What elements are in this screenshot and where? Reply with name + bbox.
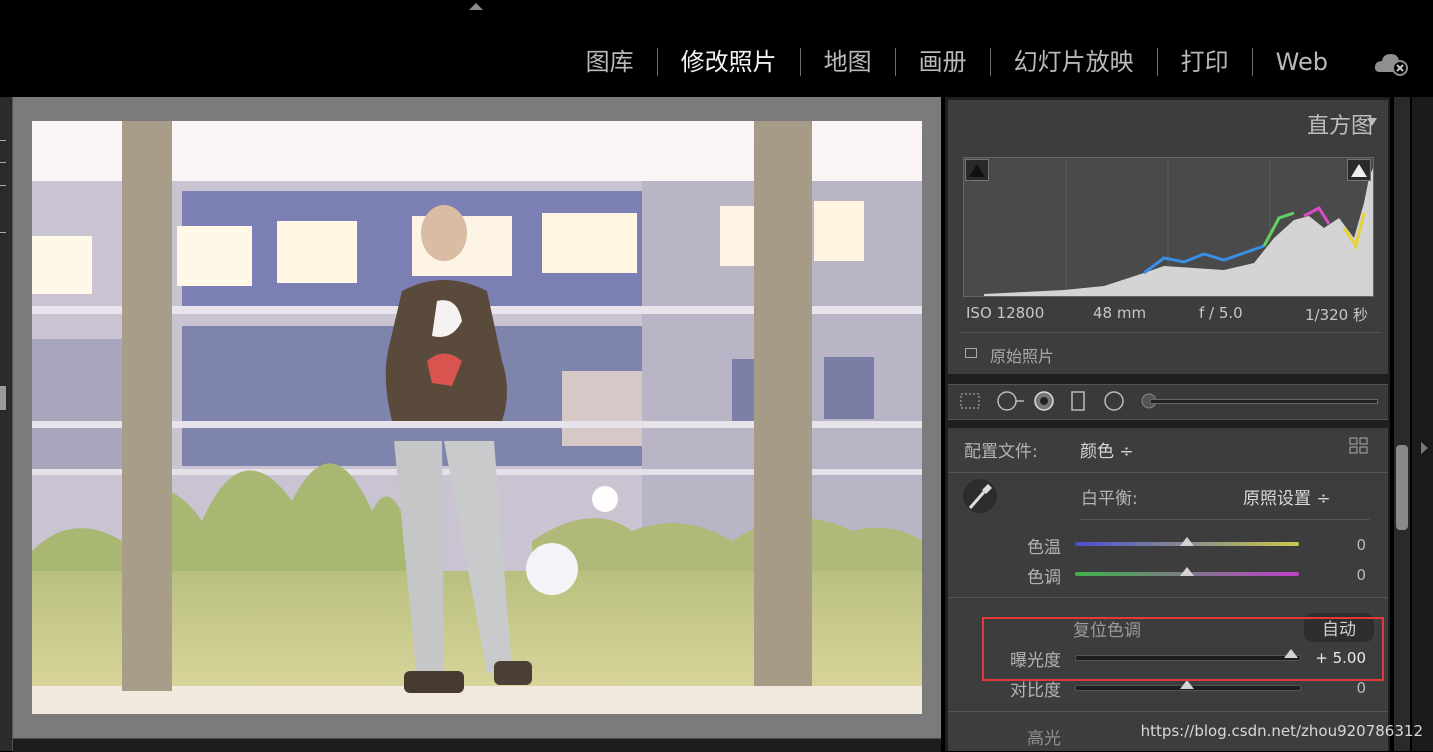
contrast-value[interactable]: 0 [1306, 679, 1366, 697]
white-balance-select[interactable]: 原照设置 ÷ [1243, 484, 1331, 509]
panel-scrollbar[interactable] [1394, 97, 1410, 751]
exif-aperture: f / 5.0 [1199, 304, 1243, 322]
photo-preview[interactable] [32, 121, 922, 714]
module-web[interactable]: Web [1253, 44, 1351, 80]
left-panel-collapsed[interactable] [0, 97, 13, 751]
panel-scroll-thumb[interactable] [1396, 445, 1408, 530]
original-photo-label: 原始照片 [990, 347, 1055, 366]
white-balance-label: 白平衡: [1081, 489, 1138, 509]
red-eye-icon[interactable] [1033, 390, 1055, 412]
photo-image [32, 121, 922, 714]
spot-removal-icon[interactable] [996, 390, 1026, 412]
exif-iso: ISO 12800 [966, 304, 1045, 322]
cloud-sync-off-icon[interactable] [1374, 50, 1410, 76]
tint-label: 色调 [1027, 568, 1061, 588]
module-map[interactable]: 地图 [801, 44, 895, 80]
temp-label: 色温 [1027, 538, 1061, 558]
annotation-highlight-box [982, 617, 1384, 681]
graduated-filter-icon[interactable] [1067, 390, 1089, 412]
panel-expand-arrow-icon[interactable] [1421, 442, 1428, 454]
left-panel-scroll-thumb[interactable] [0, 386, 6, 410]
module-print[interactable]: 打印 [1158, 44, 1252, 80]
original-photo-checkbox[interactable] [965, 348, 977, 358]
histogram-curve [984, 158, 1373, 296]
temp-value[interactable]: 0 [1306, 536, 1366, 554]
module-library[interactable]: 图库 [563, 44, 657, 80]
right-edge-strip [1412, 97, 1433, 751]
divider [948, 711, 1388, 712]
radial-filter-icon[interactable] [1103, 390, 1125, 412]
divider [948, 597, 1388, 598]
triangle-icon [1351, 164, 1367, 177]
left-panel-tick [0, 185, 6, 186]
module-book[interactable]: 画册 [896, 44, 990, 80]
white-balance-picker-icon[interactable] [962, 478, 998, 514]
highlight-clipping-toggle[interactable] [1347, 159, 1371, 181]
watermark: https://blog.csdn.net/zhou920786312 [1140, 722, 1423, 740]
left-panel-tick [0, 140, 6, 141]
exif-focal-length: 48 mm [1093, 304, 1147, 322]
tint-value[interactable]: 0 [1306, 566, 1366, 584]
histogram-title[interactable]: 直方图 [1307, 108, 1373, 140]
histogram-graph[interactable] [963, 157, 1374, 297]
contrast-slider-thumb[interactable] [1180, 680, 1194, 689]
filmstrip-edge [13, 738, 941, 752]
left-panel-tick [0, 232, 6, 233]
module-develop[interactable]: 修改照片 [658, 44, 800, 80]
basic-panel [948, 428, 1388, 751]
crop-overlay-icon[interactable] [959, 390, 981, 412]
collapse-triangle-icon[interactable] [1367, 118, 1377, 126]
divider [948, 472, 1388, 473]
triangle-icon [969, 164, 985, 177]
divider [1080, 519, 1370, 520]
profile-label: 配置文件: [964, 442, 1038, 462]
module-slideshow[interactable]: 幻灯片放映 [991, 44, 1157, 80]
tool-slider[interactable] [1150, 399, 1378, 404]
left-panel-tick [0, 162, 6, 163]
profile-browser-grid-icon[interactable] [1349, 437, 1369, 455]
exif-shutter: 1/320 秒 [1305, 306, 1368, 324]
profile-select[interactable]: 颜色 ÷ [1080, 437, 1134, 462]
module-picker: 图库 修改照片 地图 画册 幻灯片放映 打印 Web [563, 44, 1351, 80]
highlights-label: 高光 [1027, 729, 1061, 749]
divider [960, 332, 1380, 333]
temp-slider-thumb[interactable] [1180, 537, 1194, 546]
shadow-clipping-toggle[interactable] [965, 159, 989, 181]
tint-slider-thumb[interactable] [1180, 567, 1194, 576]
top-panel-toggle-icon[interactable] [469, 3, 483, 10]
